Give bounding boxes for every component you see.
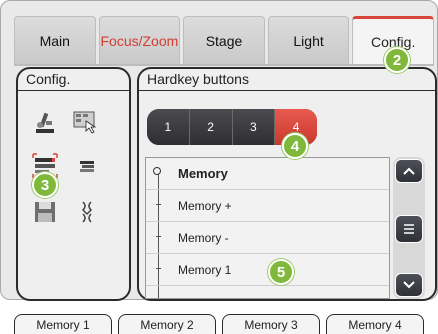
memory-tab-4[interactable]: Memory 4 (326, 314, 424, 334)
tab-stage[interactable]: Stage (183, 16, 265, 65)
tab-light[interactable]: Light (267, 16, 350, 65)
memory-function-list: Memory Memory + Memory - Memory 1 (145, 157, 390, 299)
memory-tab-3[interactable]: Memory 3 (222, 314, 320, 334)
list-item-label: Memory + (178, 199, 232, 213)
tree-branch (156, 268, 161, 269)
chevron-up-icon (403, 167, 415, 175)
config-panel-title: Config. (18, 69, 129, 91)
main-tab-bar: Main Focus/Zoom Stage Light Config. (14, 16, 434, 65)
tab-main[interactable]: Main (14, 16, 96, 65)
tab-focus-zoom[interactable]: Focus/Zoom (98, 16, 181, 65)
hardkey-button-2[interactable]: 2 (189, 109, 233, 145)
list-item-memory[interactable]: Memory (146, 158, 389, 190)
memory-tab-bar: Memory 1 Memory 2 Memory 3 Memory 4 (14, 314, 438, 334)
callout-badge: 4 (282, 133, 308, 159)
callout-badge: 2 (384, 47, 410, 73)
touch-screen-icon[interactable] (72, 109, 98, 135)
scroll-up-button[interactable] (395, 159, 423, 183)
scroll-thumb[interactable] (395, 215, 423, 243)
list-item-memory-plus[interactable]: Memory + (146, 190, 389, 222)
hardkey-panel-title: Hardkey buttons (139, 69, 435, 91)
tab-divider (14, 64, 434, 66)
tree-branch (156, 236, 161, 237)
list-item-memory-minus[interactable]: Memory - (146, 222, 389, 254)
memory-tab-2[interactable]: Memory 2 (118, 314, 216, 334)
tree-branch (156, 204, 161, 205)
chevron-down-icon (403, 281, 415, 289)
list-item-label: Memory 1 (178, 263, 232, 277)
hardkey-button-1[interactable]: 1 (147, 109, 190, 145)
callout-badge: 5 (268, 259, 294, 285)
list-item-label: Memory (178, 166, 228, 181)
list-scrollbar[interactable] (393, 157, 425, 299)
tools-icon[interactable] (74, 199, 100, 225)
list-item-label: Memory - (178, 231, 229, 245)
callout-badge: 3 (32, 172, 58, 198)
memory-tab-1[interactable]: Memory 1 (14, 314, 112, 334)
layers-icon[interactable] (74, 153, 100, 179)
menu-lines-icon (404, 224, 414, 234)
tree-root-node (153, 167, 161, 175)
device-screen: Main Focus/Zoom Stage Light Config. Conf… (0, 0, 438, 301)
scroll-down-button[interactable] (395, 273, 423, 297)
save-disk-icon[interactable] (32, 199, 58, 225)
hardkey-button-3[interactable]: 3 (232, 109, 276, 145)
microscope-icon[interactable] (32, 109, 58, 135)
